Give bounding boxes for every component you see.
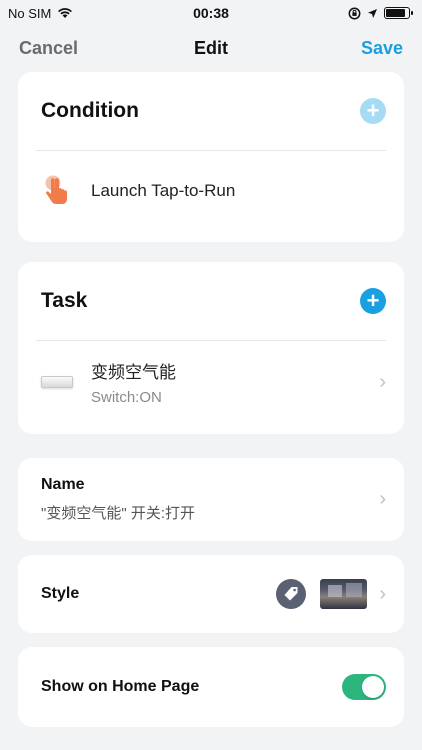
cancel-button[interactable]: Cancel	[19, 38, 78, 59]
air-conditioner-icon	[41, 376, 73, 388]
name-text: Name "变频空气能" 开关:打开	[41, 476, 195, 523]
battery-icon	[384, 7, 413, 19]
style-card[interactable]: Style ›	[18, 555, 404, 633]
status-left: No SIM	[8, 6, 73, 21]
save-button[interactable]: Save	[361, 38, 403, 59]
room-thumbnail-image	[320, 579, 368, 609]
status-right	[348, 7, 413, 20]
wifi-icon	[58, 8, 73, 18]
chevron-right-icon: ›	[379, 488, 386, 510]
name-label: Name	[41, 476, 85, 493]
style-preview: ›	[276, 579, 386, 609]
condition-card: Condition + Launch Tap-to-Run	[18, 72, 404, 242]
condition-row-tap-to-run[interactable]: Launch Tap-to-Run	[18, 151, 404, 231]
location-icon	[368, 8, 377, 18]
style-label: Style	[41, 585, 80, 602]
nav-bar: Cancel Edit Save	[0, 30, 422, 66]
home-card: Show on Home Page	[18, 647, 404, 727]
add-condition-button[interactable]: +	[360, 98, 386, 124]
status-bar: No SIM 00:38	[0, 0, 422, 26]
condition-header: Condition +	[18, 72, 404, 150]
style-row[interactable]: Style ›	[18, 555, 404, 633]
task-device-state: Switch:ON	[91, 389, 162, 406]
plus-icon: +	[366, 288, 380, 313]
task-card: Task + 变频空气能 Switch:ON ›	[18, 262, 404, 434]
tap-hand-icon	[45, 175, 67, 204]
task-device-name: 变频空气能	[91, 363, 176, 382]
chevron-right-icon: ›	[379, 582, 386, 605]
task-text: 变频空气能 Switch:ON	[91, 358, 176, 406]
condition-title: Condition	[41, 99, 139, 122]
carrier-label: No SIM	[8, 5, 52, 21]
task-header: Task +	[18, 262, 404, 340]
show-on-home-toggle[interactable]	[342, 674, 386, 700]
chevron-right-icon: ›	[379, 370, 386, 393]
tag-icon	[276, 579, 307, 609]
task-title: Task	[41, 289, 88, 312]
home-label: Show on Home Page	[41, 678, 200, 695]
name-value: "变频空气能" 开关:打开	[41, 505, 195, 522]
name-card[interactable]: Name "变频空气能" 开关:打开 ›	[18, 458, 404, 541]
add-task-button[interactable]: +	[360, 288, 386, 314]
toggle-knob	[362, 676, 384, 698]
name-row[interactable]: Name "变频空气能" 开关:打开 ›	[18, 458, 404, 541]
task-row[interactable]: 变频空气能 Switch:ON ›	[18, 341, 404, 423]
home-row: Show on Home Page	[18, 647, 404, 727]
rotation-lock-icon	[348, 7, 361, 19]
condition-item-label: Launch Tap-to-Run	[91, 181, 236, 200]
plus-icon: +	[366, 98, 380, 123]
